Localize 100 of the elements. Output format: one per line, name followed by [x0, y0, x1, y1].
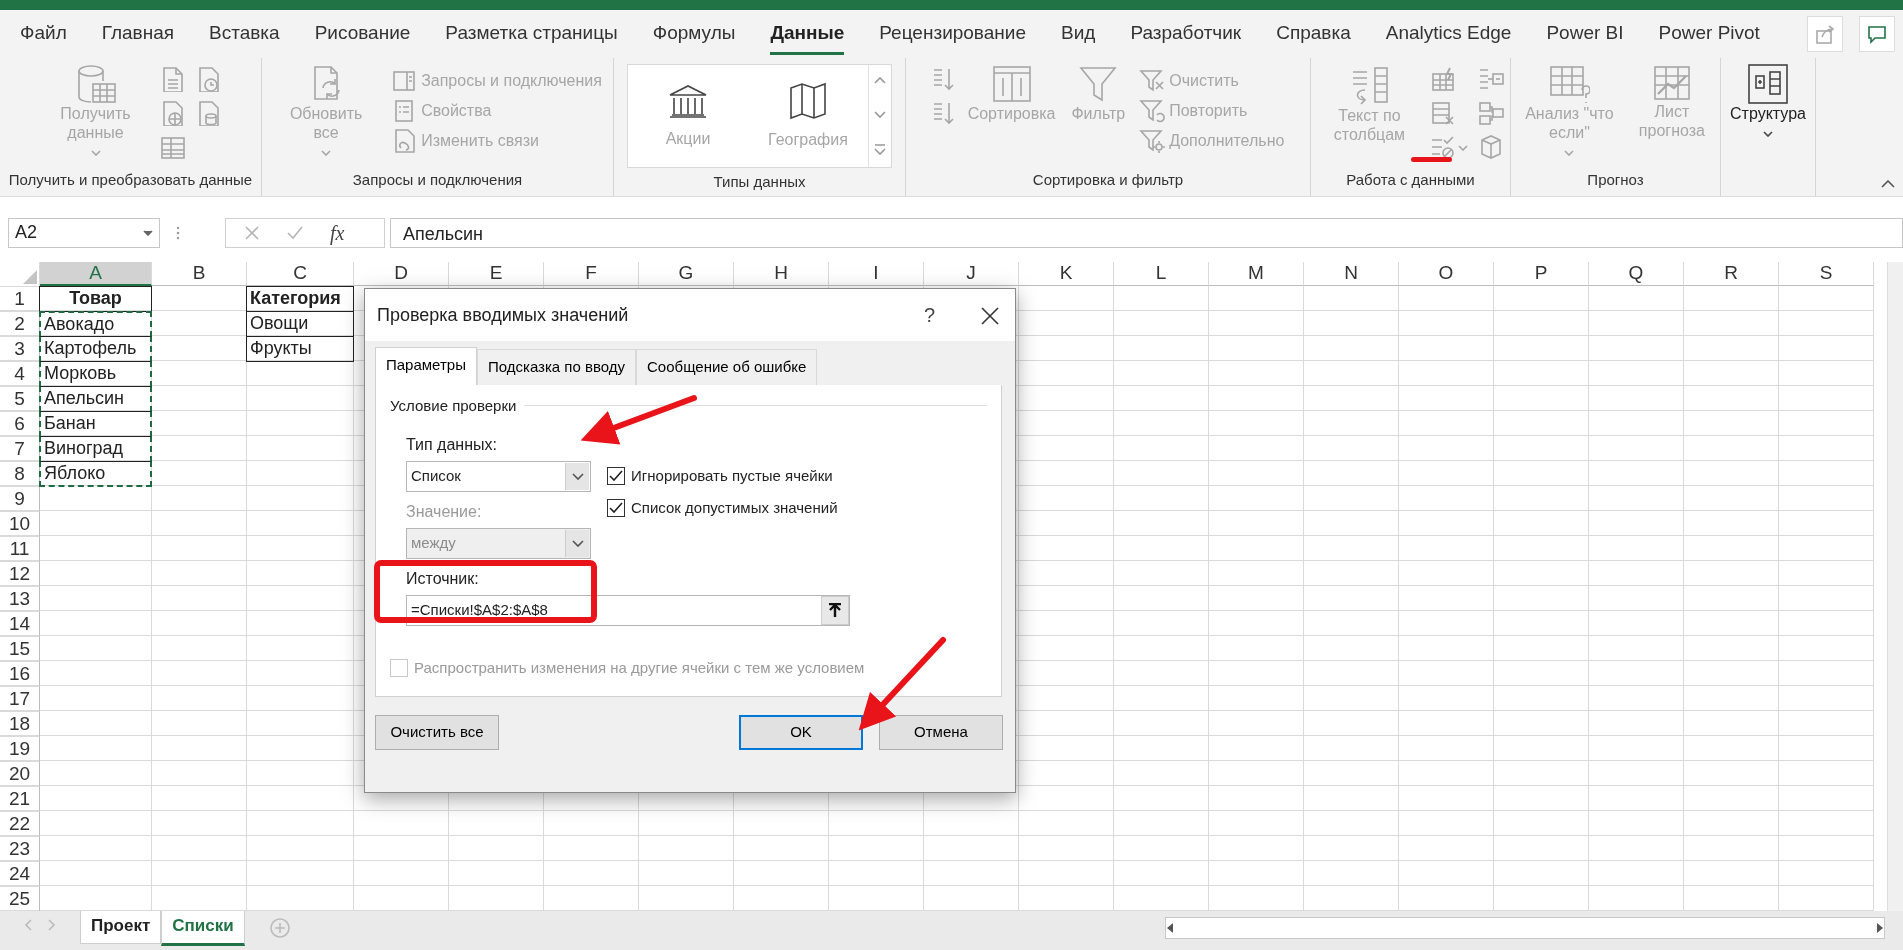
dialog-button[interactable]: OK [739, 714, 863, 750]
expand-icon[interactable] [873, 144, 887, 156]
close-icon[interactable] [981, 306, 999, 325]
section-label: Условие проверки [390, 395, 517, 416]
checkbox[interactable] [607, 467, 625, 486]
table-cell: Фрукты [246, 336, 354, 362]
row-header[interactable]: 19 [0, 737, 40, 762]
ribbon-tab[interactable]: Главная [101, 13, 175, 55]
row-header[interactable]: 4 [0, 362, 40, 387]
underline-mark [1411, 157, 1452, 162]
input-field[interactable]: =Списки!$A$2:$A$8 [406, 595, 850, 626]
ribbon-tab[interactable]: Файл [20, 13, 67, 55]
row-header[interactable]: 20 [0, 762, 40, 787]
row-header[interactable]: 24 [0, 862, 40, 887]
caret-icon [571, 472, 584, 481]
checkbox[interactable] [607, 498, 625, 517]
row-header[interactable]: 11 [0, 537, 40, 562]
formula-field[interactable]: Апельсин [390, 217, 1903, 248]
chart-icon [1651, 64, 1692, 102]
sort-grid-icon [990, 64, 1033, 104]
field-label: Тип данных: [406, 435, 498, 455]
dialog-title: Проверка вводимых значений [377, 303, 629, 327]
ribbon-tab[interactable]: Рецензирование [879, 13, 1026, 55]
vertical-scrollbar[interactable] [1887, 262, 1903, 911]
ribbon-tab[interactable]: Разработчик [1130, 13, 1242, 55]
checkbox-label: Игнорировать пустые ячейки [631, 466, 833, 486]
next-icon[interactable] [48, 919, 56, 931]
group-label: Прогноз [1586, 170, 1645, 190]
row-header[interactable]: 5 [0, 387, 40, 412]
scroll-right-icon [1876, 923, 1884, 933]
row-header[interactable]: 22 [0, 812, 40, 837]
caret-icon [571, 539, 584, 548]
row-header[interactable]: 3 [0, 337, 40, 362]
checkbox-label: Распространить изменения на другие ячейки с тем же условием [414, 658, 865, 678]
share-icon[interactable] [1807, 16, 1843, 52]
row-header[interactable]: 7 [0, 437, 40, 462]
ribbon-button[interactable]: Структура [1726, 62, 1810, 145]
previous-icon[interactable] [24, 919, 32, 931]
horizontal-scrollbar[interactable] [1165, 917, 1885, 939]
checkbox-label: Список допустимых значений [631, 497, 838, 518]
help-button[interactable]: ? [923, 300, 935, 330]
row-header[interactable]: 6 [0, 412, 40, 437]
filter-icon [1078, 64, 1119, 104]
table-cell: Картофель [39, 336, 152, 362]
check-icon[interactable] [286, 224, 304, 241]
row-header[interactable]: 8 [0, 462, 40, 487]
table-cell: Виноград [39, 436, 152, 462]
collapse-dialog-button[interactable] [821, 596, 849, 625]
dialog-button[interactable]: Отмена [879, 714, 1003, 750]
group-label: Типы данных [712, 172, 807, 192]
check-icon [609, 470, 623, 483]
table-cell: Категория [246, 286, 354, 312]
map-icon [787, 80, 829, 122]
collapse-icon[interactable] [1881, 180, 1895, 188]
sheet-tab[interactable]: Списки [161, 911, 245, 946]
group-label: Сортировка и фильтр [1031, 170, 1185, 190]
ribbon-tab[interactable]: Разметка страницы [445, 13, 618, 55]
ribbon-tab[interactable]: Power BI [1546, 13, 1624, 55]
dialog-tab[interactable]: Сообщение об ошибке [636, 349, 818, 385]
ribbon-tab[interactable]: Формулы [652, 13, 736, 55]
grip-icon [176, 225, 180, 242]
row-header[interactable]: 1 [0, 287, 40, 312]
function-button[interactable]: fx [330, 217, 345, 248]
add-sheet-icon[interactable] [268, 916, 291, 939]
row-header[interactable]: 15 [0, 637, 40, 662]
row-header[interactable]: 21 [0, 787, 40, 812]
comment-icon[interactable] [1859, 16, 1895, 52]
dialog-tab[interactable]: Подсказка по вводу [476, 349, 637, 385]
filter-refresh-icon [1139, 98, 1166, 124]
column-header[interactable]: A [40, 262, 152, 286]
row-header[interactable]: 18 [0, 712, 40, 737]
group-label: Запросы и подключения [351, 170, 524, 190]
sheet-tab[interactable]: Проект [80, 911, 162, 944]
row-header[interactable]: 12 [0, 562, 40, 587]
ribbon-tab[interactable]: Power Pivot [1658, 13, 1760, 55]
filter-clear-icon [1139, 68, 1166, 94]
ribbon-tab[interactable]: Вставка [209, 13, 280, 55]
row-header[interactable]: 9 [0, 487, 40, 512]
name-box[interactable]: A2 [8, 217, 160, 248]
row-header[interactable]: 16 [0, 662, 40, 687]
row-header[interactable]: 23 [0, 837, 40, 862]
filter-gear-icon [1139, 128, 1166, 154]
row-header[interactable]: 2 [0, 312, 40, 337]
table-cell: Овощи [246, 311, 354, 337]
caret-icon [143, 230, 153, 237]
row-header[interactable]: 14 [0, 612, 40, 637]
row-header[interactable]: 13 [0, 587, 40, 612]
row-header[interactable]: 10 [0, 512, 40, 537]
dropdown[interactable]: Список [406, 461, 591, 492]
ribbon-tab[interactable]: Справка [1276, 13, 1351, 55]
group-label: Работа с данными [1345, 170, 1476, 190]
cancel-icon[interactable] [244, 224, 260, 241]
select-all-icon [23, 270, 37, 284]
row-header[interactable]: 17 [0, 687, 40, 712]
dialog-tab[interactable]: Параметры [375, 347, 477, 385]
dialog-button[interactable]: Очистить все [375, 714, 499, 750]
ribbon-tab[interactable]: Данные [770, 13, 845, 55]
ribbon-tab[interactable]: Рисование [314, 13, 411, 55]
ribbon-tab[interactable]: Analytics Edge [1385, 13, 1512, 55]
ribbon-tab[interactable]: Вид [1061, 13, 1096, 55]
